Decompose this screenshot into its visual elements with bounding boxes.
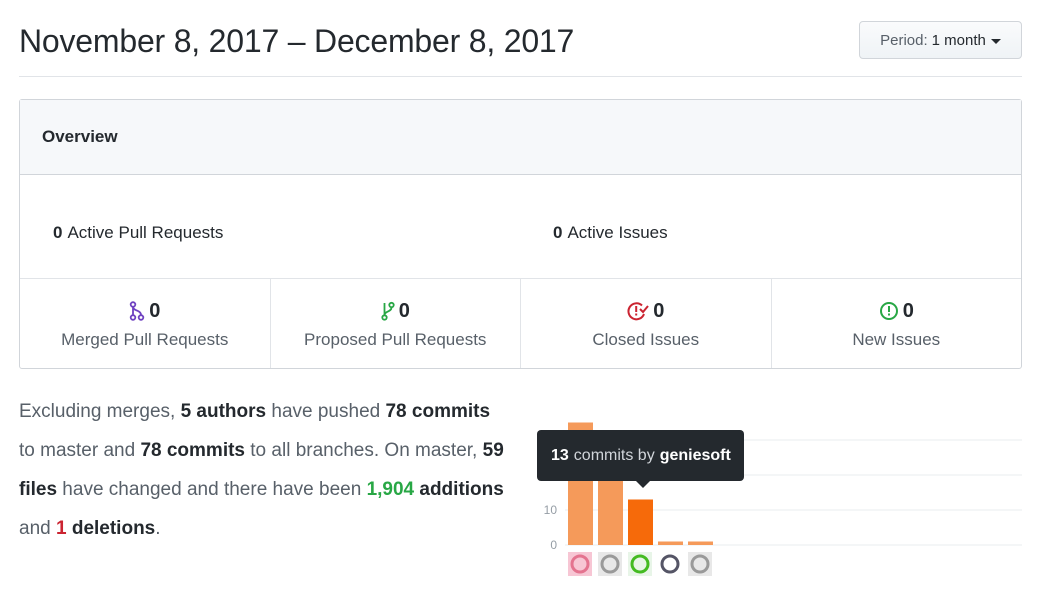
y-tick-label: 0 [550, 538, 557, 552]
author-avatar[interactable] [688, 552, 712, 576]
git-merge-icon [129, 301, 145, 321]
summary-text: have pushed [266, 401, 386, 422]
summary-text: . [155, 518, 161, 539]
issue-closed-icon [627, 302, 649, 321]
new-issues-label: New Issues [852, 330, 941, 349]
additions-count: 1,904 [366, 479, 415, 500]
summary-text: and [19, 518, 56, 539]
summary-text: to all branches. On master, [245, 440, 483, 461]
author-avatar[interactable] [598, 552, 622, 576]
commit-tooltip: 13 commits by geniesoft [537, 430, 744, 488]
summary-text: Excluding merges, [19, 401, 181, 422]
date-header: November 8, 2017 – December 8, 2017 Peri… [19, 20, 1022, 77]
active-issues-count: 0 [553, 223, 563, 242]
tooltip-text: commits by [573, 446, 655, 464]
tooltip-author: geniesoft [659, 446, 731, 464]
active-pull-requests-label: Active Pull Requests [67, 223, 224, 242]
overview-title: Overview [42, 127, 118, 146]
period-label: Period: [880, 31, 928, 49]
period-select-button[interactable]: Period: 1 month [859, 21, 1022, 59]
deletions-count: 1 [55, 518, 67, 539]
closed-issues-label: Closed Issues [592, 330, 700, 349]
overview-panel: Overview 0 Active Pull Requests 0 Active I… [19, 99, 1022, 369]
commits-by-author-chart: 0102030 13commits bygeniesoft [535, 395, 1022, 585]
merged-pull-requests-count: 0 [149, 299, 161, 322]
chart-bar [688, 541, 713, 545]
commits-to-all-branches: 78 commits [140, 440, 245, 461]
closed-issues-stat[interactable]: 0 Closed Issues [521, 279, 772, 368]
proposed-pull-requests-stat[interactable]: 0 Proposed Pull Requests [271, 279, 521, 368]
closed-issues-count: 0 [653, 299, 665, 322]
issue-opened-icon [879, 302, 898, 320]
deletions-word: deletions [66, 518, 156, 539]
merged-pull-requests-label: Merged Pull Requests [61, 330, 229, 349]
caret-down-icon [990, 38, 1001, 44]
date-range-title: November 8, 2017 – December 8, 2017 [19, 23, 575, 59]
commits-chart-svg: 0102030 [544, 422, 1022, 576]
stats-row: 0 Merged Pull Requests 0 Proposed Pull R… [20, 279, 1021, 368]
chart-bar [658, 541, 683, 545]
merged-pull-requests-stat[interactable]: 0 Merged Pull Requests [20, 279, 271, 368]
active-issues-link[interactable]: 0 Active Issues [553, 223, 668, 243]
summary-text: have changed and there have been [57, 479, 367, 500]
git-pull-request-icon [381, 301, 395, 321]
new-issues-count: 0 [902, 299, 914, 322]
new-issues-stat[interactable]: 0 New Issues [772, 279, 1022, 368]
overview-header: Overview [20, 100, 1021, 175]
active-summary-row: 0 Active Pull Requests 0 Active Issues [20, 175, 1021, 279]
chart-bar [628, 499, 653, 545]
active-pull-requests-count: 0 [53, 223, 63, 242]
proposed-pull-requests-count: 0 [398, 299, 410, 322]
additions-word: additions [414, 479, 504, 500]
author-avatar[interactable] [658, 552, 682, 576]
active-pull-requests-link[interactable]: 0 Active Pull Requests [53, 223, 223, 243]
commit-summary: Excluding merges, 5 authors have pushed … [19, 392, 509, 548]
authors-count: 5 authors [180, 401, 267, 422]
author-avatar[interactable] [568, 552, 592, 576]
summary-text: to master and [19, 440, 141, 461]
active-issues-label: Active Issues [567, 223, 668, 242]
period-value: 1 month [931, 31, 986, 49]
tooltip-commit-count: 13 [551, 446, 569, 464]
commits-to-master: 78 commits [385, 401, 491, 422]
y-tick-label: 10 [544, 503, 558, 517]
proposed-pull-requests-label: Proposed Pull Requests [304, 330, 487, 349]
author-avatar[interactable] [628, 552, 652, 576]
